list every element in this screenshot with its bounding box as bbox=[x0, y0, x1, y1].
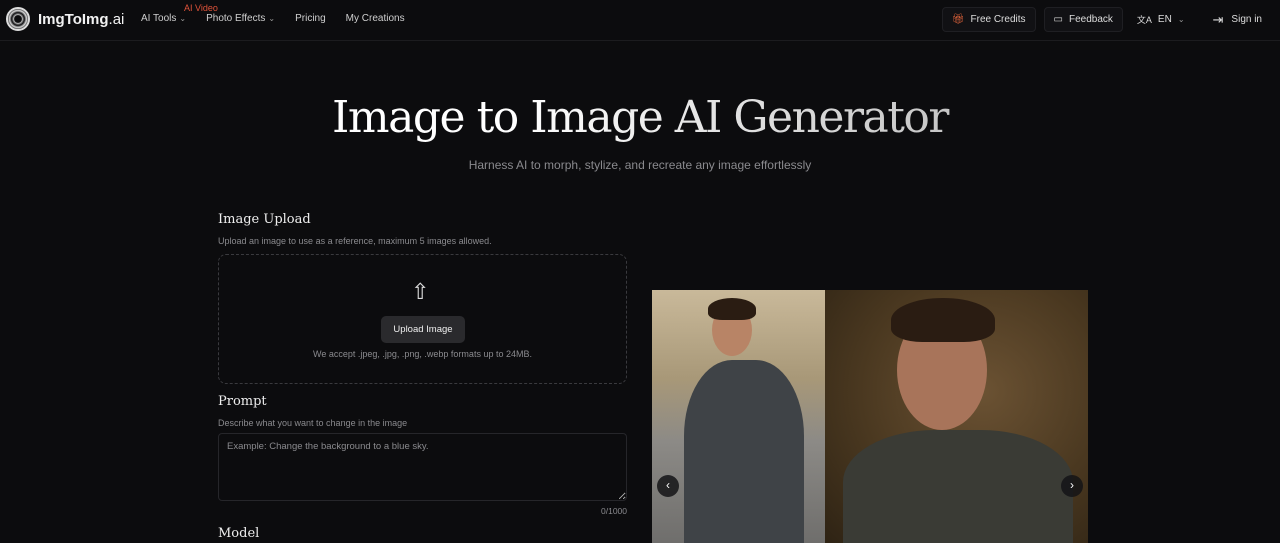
nav-photo-effects[interactable]: Photo Effects ⌄ bbox=[206, 13, 275, 24]
free-credits-label: Free Credits bbox=[970, 14, 1026, 25]
gift-icon: 🎁︎ bbox=[951, 14, 965, 25]
example-image-after bbox=[825, 290, 1088, 543]
feedback-button[interactable]: ▭ Feedback bbox=[1043, 7, 1123, 32]
carousel-next-button[interactable]: › bbox=[1061, 475, 1083, 497]
logo-suffix: .ai bbox=[108, 10, 125, 28]
chevron-down-icon: ⌄ bbox=[179, 14, 187, 23]
logo[interactable]: ImgToImg.ai bbox=[6, 7, 124, 31]
feedback-label: Feedback bbox=[1068, 14, 1113, 25]
carousel-prev-button[interactable]: ‹ bbox=[657, 475, 679, 497]
prompt-title: Prompt bbox=[218, 394, 267, 409]
example-carousel: ‹ › bbox=[652, 290, 1088, 543]
upload-note: We accept .jpeg, .jpg, .png, .webp forma… bbox=[313, 349, 532, 359]
nav-label: Photo Effects bbox=[206, 13, 266, 24]
page-title: Image to Image AI Generator bbox=[0, 92, 1280, 143]
nav-ai-tools[interactable]: AI Tools ⌄ bbox=[141, 13, 186, 24]
nav-my-creations[interactable]: My Creations bbox=[346, 13, 405, 24]
sign-in-icon: ⇥ bbox=[1212, 11, 1224, 27]
prompt-input[interactable] bbox=[218, 433, 627, 501]
logo-text: ImgToImg bbox=[38, 10, 109, 28]
page-subtitle: Harness AI to morph, stylize, and recrea… bbox=[468, 158, 812, 172]
ai-video-badge[interactable]: AI Video bbox=[184, 3, 218, 13]
model-title: Model bbox=[218, 526, 260, 541]
language-label: EN bbox=[1157, 14, 1172, 25]
nav-label: AI Tools bbox=[141, 13, 177, 24]
logo-icon bbox=[6, 7, 30, 31]
example-image-before bbox=[652, 290, 825, 543]
chevron-down-icon: ⌄ bbox=[268, 14, 276, 23]
language-selector[interactable]: 文A EN ⌄ bbox=[1137, 13, 1185, 26]
upload-image-button[interactable]: Upload Image bbox=[381, 316, 465, 343]
translate-icon: 文A bbox=[1136, 15, 1152, 25]
sign-in-label: Sign in bbox=[1231, 14, 1262, 25]
upload-icon: ⇧ bbox=[411, 279, 430, 304]
sign-in-button[interactable]: ⇥ Sign in bbox=[1213, 12, 1262, 28]
upload-description: Upload an image to use as a reference, m… bbox=[218, 236, 492, 246]
free-credits-button[interactable]: 🎁︎ Free Credits bbox=[941, 7, 1036, 32]
nav-pricing[interactable]: Pricing bbox=[295, 13, 326, 24]
chevron-down-icon: ⌄ bbox=[1177, 15, 1185, 24]
upload-dropzone[interactable]: ⇧ Upload Image We accept .jpeg, .jpg, .p… bbox=[218, 254, 627, 384]
message-icon: ▭ bbox=[1053, 14, 1063, 25]
upload-title: Image Upload bbox=[218, 212, 311, 227]
top-nav: ImgToImg.ai AI Video AI Tools ⌄ Photo Eff… bbox=[0, 0, 1280, 41]
char-count: 0/1000 bbox=[601, 506, 627, 516]
prompt-description: Describe what you want to change in the … bbox=[218, 418, 408, 428]
